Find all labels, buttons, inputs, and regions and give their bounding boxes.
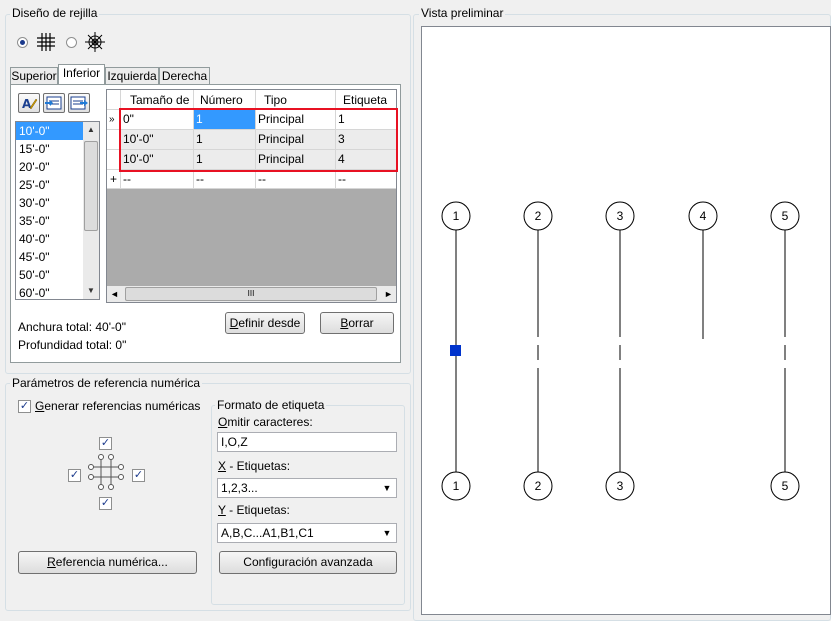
scroll-left-icon[interactable]: ◄ [110,286,120,302]
svg-text:A: A [22,97,32,111]
numbering-reference-button[interactable]: Referencia numérica... [18,551,197,574]
generate-numbering-label: Generar referencias numéricas [35,399,201,413]
delete-button[interactable]: Borrar [320,312,394,334]
size-list-item[interactable]: 10'-0" [16,122,83,140]
orthogonal-grid-radio[interactable] [17,37,28,48]
size-list-item[interactable]: 40'-0" [16,230,83,248]
grid-bubble-label: 1 [453,209,460,223]
x-labels-label: X - Etiquetas: [218,459,291,473]
column-header[interactable]: Tipo [256,90,336,110]
bubble-top-checkbox[interactable]: ✓ [99,437,112,450]
size-list-scrollbar[interactable]: ▲ ▼ [83,122,99,299]
size-list-item[interactable]: 15'-0" [16,140,83,158]
advanced-settings-button[interactable]: Configuración avanzada [219,551,397,574]
column-header[interactable]: Número [194,90,256,110]
new-row-header[interactable]: + [107,170,121,189]
size-list-item[interactable]: 20'-0" [16,158,83,176]
chevron-down-icon: ▼ [382,483,392,493]
label-format-title: Formato de etiqueta [215,398,327,412]
radial-grid-radio[interactable] [66,37,77,48]
total-depth-label: Profundidad total: 0" [18,338,127,352]
new-row-cell[interactable]: -- [121,170,194,189]
grid-bubble-label: 3 [617,209,624,223]
grid-hscrollbar[interactable]: ◄ III ► [107,286,396,302]
define-from-button[interactable]: Definir desde [225,312,305,334]
new-row-cell[interactable]: -- [194,170,256,189]
size-list[interactable]: 10'-0" 15'-0" 20'-0" 25'-0" 30'-0" 35'-0" 40'-… [15,121,100,300]
preview-canvas: 1 2 3 4 5 1 2 3 5 [421,26,831,615]
column-header[interactable]: Etiqueta [336,90,396,110]
column-header[interactable]: Tamaño de [121,90,194,110]
bubble-right-checkbox[interactable]: ✓ [132,469,145,482]
export-icon [70,96,88,110]
grid-bubble-label: 1 [453,479,460,493]
chevron-down-icon: ▼ [382,528,392,538]
scroll-thumb[interactable] [84,141,98,231]
preview-drawing: 1 2 3 4 5 1 2 3 5 [441,201,800,501]
selection-marker[interactable] [450,345,461,356]
grid-bubble-label: 5 [782,479,789,493]
preview-title: Vista preliminar [419,6,506,20]
grid-bubble-label: 5 [782,209,789,223]
grid-bubble-label: 2 [535,209,542,223]
grid-bubble-label: 4 [700,209,707,223]
y-labels-select[interactable]: A,B,C...A1,B1,C1 ▼ [217,523,397,543]
grid-orthogonal-icon [37,33,55,51]
size-list-item[interactable]: 45'-0" [16,248,83,266]
scroll-up-icon[interactable]: ▲ [83,122,99,138]
tab-derecha[interactable]: Derecha [159,67,210,84]
tab-superior[interactable]: Superior [10,67,58,84]
edit-style-icon: A [22,97,38,111]
new-row-cell[interactable]: -- [336,170,396,189]
new-row-cell[interactable]: -- [256,170,336,189]
size-list-item[interactable]: 60'-0" [16,284,83,299]
tab-inferior[interactable]: Inferior [58,64,105,84]
bubble-bottom-checkbox[interactable]: ✓ [99,497,112,510]
size-list-item[interactable]: 35'-0" [16,212,83,230]
grid-bubble-label: 2 [535,479,542,493]
highlight-rectangle [119,108,398,172]
generate-numbering-checkbox[interactable]: ✓ [18,400,31,413]
scroll-right-icon[interactable]: ► [384,286,394,302]
omit-characters-label: Omitir caracteres: [218,415,313,429]
bubble-layout-icon [88,454,124,490]
tab-izquierda[interactable]: Izquierda [105,67,159,84]
total-width-label: Anchura total: 40'-0" [18,320,126,334]
grid-layout-title: Diseño de rejilla [10,6,100,20]
hscroll-thumb[interactable]: III [125,287,377,301]
size-list-item[interactable]: 30'-0" [16,194,83,212]
grid-bubble-label: 3 [617,479,624,493]
y-labels-label: Y - Etiquetas: [218,503,290,517]
numbering-title: Parámetros de referencia numérica [10,376,203,390]
import-button[interactable] [43,93,65,113]
export-button[interactable] [68,93,90,113]
x-labels-select[interactable]: 1,2,3... ▼ [217,478,397,498]
size-list-item[interactable]: 25'-0" [16,176,83,194]
row-header-corner [107,90,121,110]
size-list-item[interactable]: 50'-0" [16,266,83,284]
edit-style-button[interactable]: A [18,93,40,113]
bubble-left-checkbox[interactable]: ✓ [68,469,81,482]
import-icon [45,96,62,110]
scroll-down-icon[interactable]: ▼ [83,283,99,299]
grid-radial-icon [85,32,105,52]
omit-characters-input[interactable]: I,O,Z [217,432,397,452]
